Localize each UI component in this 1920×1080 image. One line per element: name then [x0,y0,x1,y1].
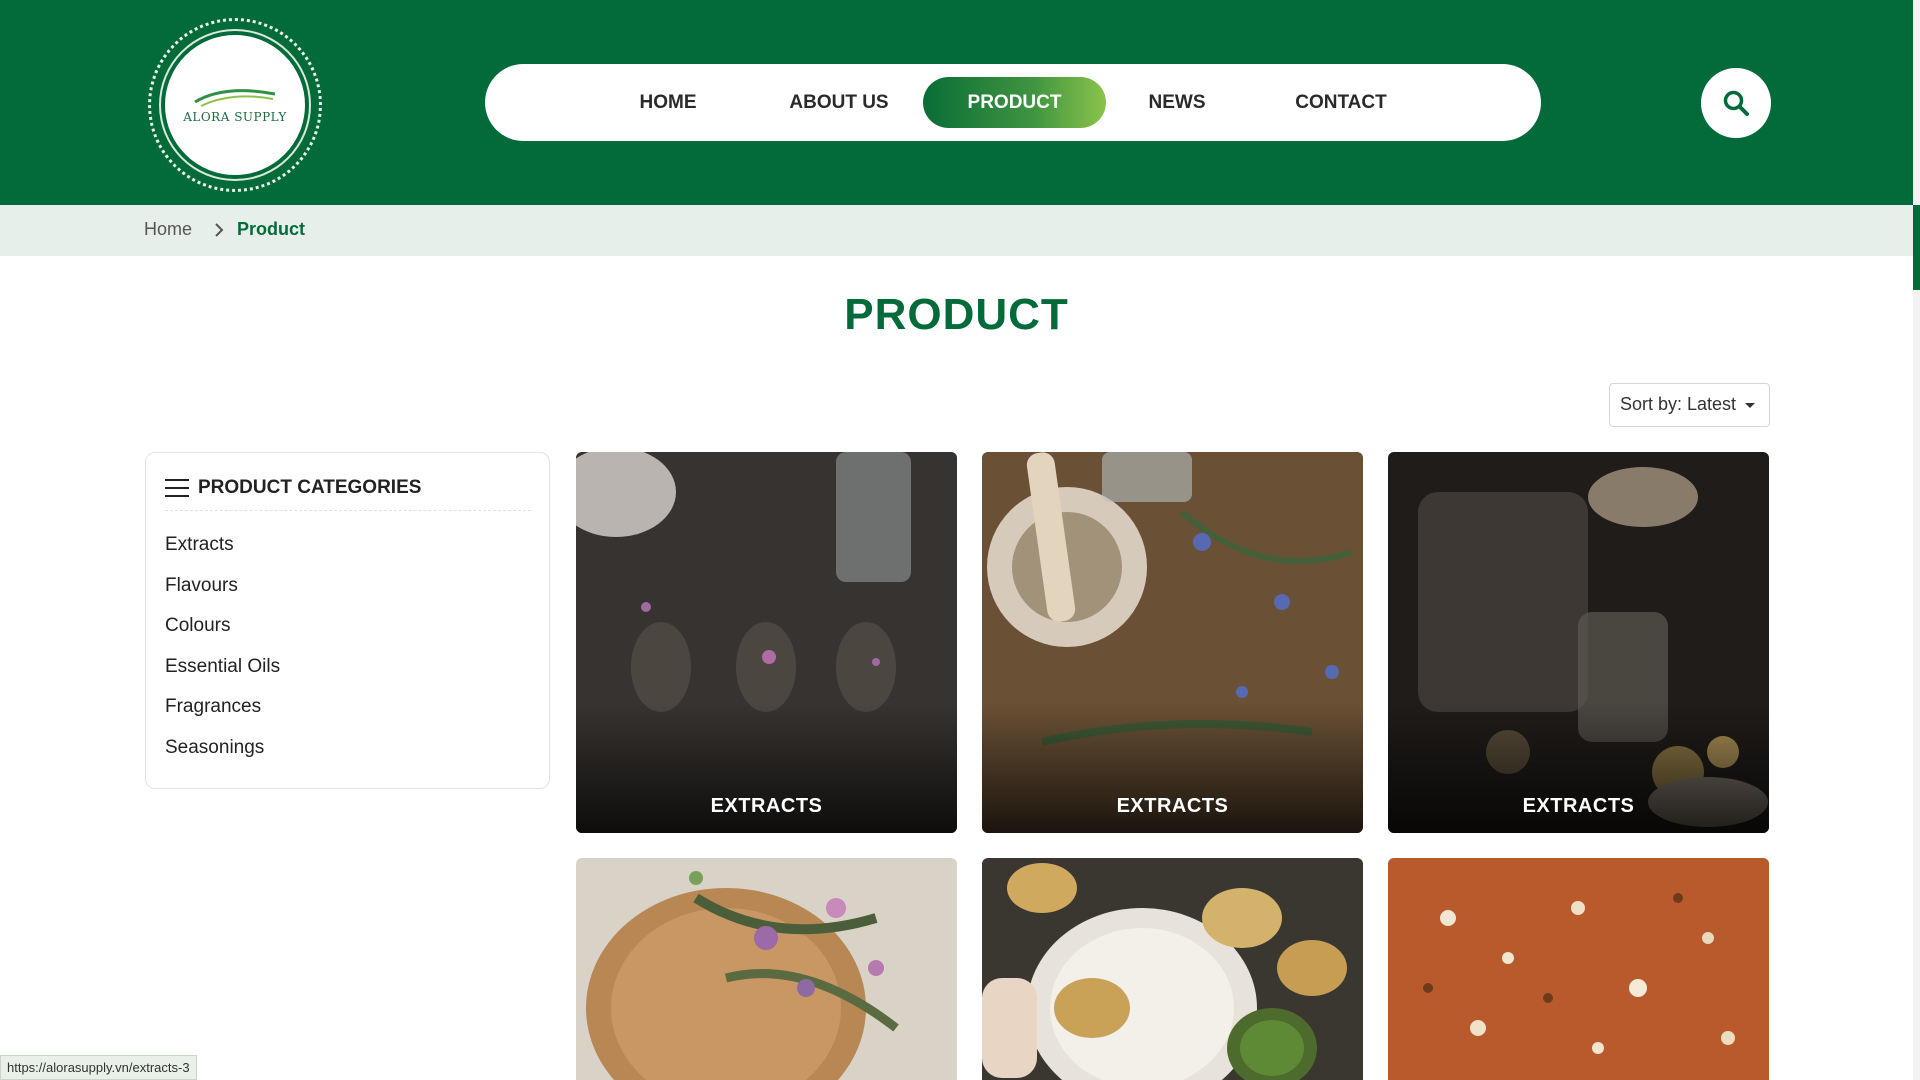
page-title: PRODUCT [844,290,1069,339]
site-header: ALORA SUPPLY HOME ABOUT US PRODUCT NEWS … [0,0,1913,205]
product-image [1388,858,1769,1080]
nav-contact[interactable]: CONTACT [1261,77,1421,128]
breadcrumb: Home Product [0,205,1913,256]
nav-home[interactable]: HOME [597,77,739,128]
scrollbar-thumb[interactable] [1913,205,1920,290]
nav-about-us[interactable]: ABOUT US [751,77,927,128]
category-item-extracts[interactable]: Extracts [165,531,280,572]
category-item-colours[interactable]: Colours [165,612,280,653]
page-scrollbar[interactable] [1913,0,1920,1080]
product-card[interactable] [576,858,957,1080]
site-logo[interactable]: ALORA SUPPLY [148,18,322,192]
breadcrumb-home[interactable]: Home [144,219,192,240]
sidebar-header: PRODUCT CATEGORIES [165,475,531,511]
search-button[interactable] [1701,68,1771,138]
logo-swoosh-icon [194,89,276,107]
browser-status-url: https://alorasupply.vn/extracts-3 [0,1055,197,1080]
category-list: Extracts Flavours Colours Essential Oils… [165,531,280,774]
category-sidebar: PRODUCT CATEGORIES Extracts Flavours Col… [145,452,550,789]
logo-badge: ALORA SUPPLY [165,35,305,175]
product-card[interactable]: EXTRACTS [1388,452,1769,833]
product-image [982,858,1363,1080]
chevron-right-icon [215,223,224,237]
caret-down-icon [1745,403,1755,408]
category-item-flavours[interactable]: Flavours [165,572,280,613]
sidebar-title: PRODUCT CATEGORIES [198,477,422,498]
product-card[interactable]: EXTRACTS [576,452,957,833]
sort-dropdown[interactable]: Sort by: Latest [1609,383,1770,427]
category-item-essential-oils[interactable]: Essential Oils [165,653,280,694]
product-card[interactable]: EXTRACTS [982,452,1363,833]
product-card-label: EXTRACTS [1116,795,1229,817]
product-card-label: EXTRACTS [710,795,823,817]
product-card[interactable] [1388,858,1769,1080]
nav-news[interactable]: NEWS [1117,77,1237,128]
hamburger-menu-icon [165,479,189,499]
product-card[interactable] [982,858,1363,1080]
category-item-seasonings[interactable]: Seasonings [165,734,280,775]
logo-text: ALORA SUPPLY [183,110,287,124]
sort-label: Sort by: Latest [1620,394,1737,414]
breadcrumb-current: Product [237,219,306,239]
product-image [576,858,957,1080]
category-item-fragrances[interactable]: Fragrances [165,693,280,734]
nav-product[interactable]: PRODUCT [923,77,1106,128]
product-card-label: EXTRACTS [1522,795,1635,817]
search-icon [1723,90,1749,116]
main-nav: HOME ABOUT US PRODUCT NEWS CONTACT [485,64,1541,141]
